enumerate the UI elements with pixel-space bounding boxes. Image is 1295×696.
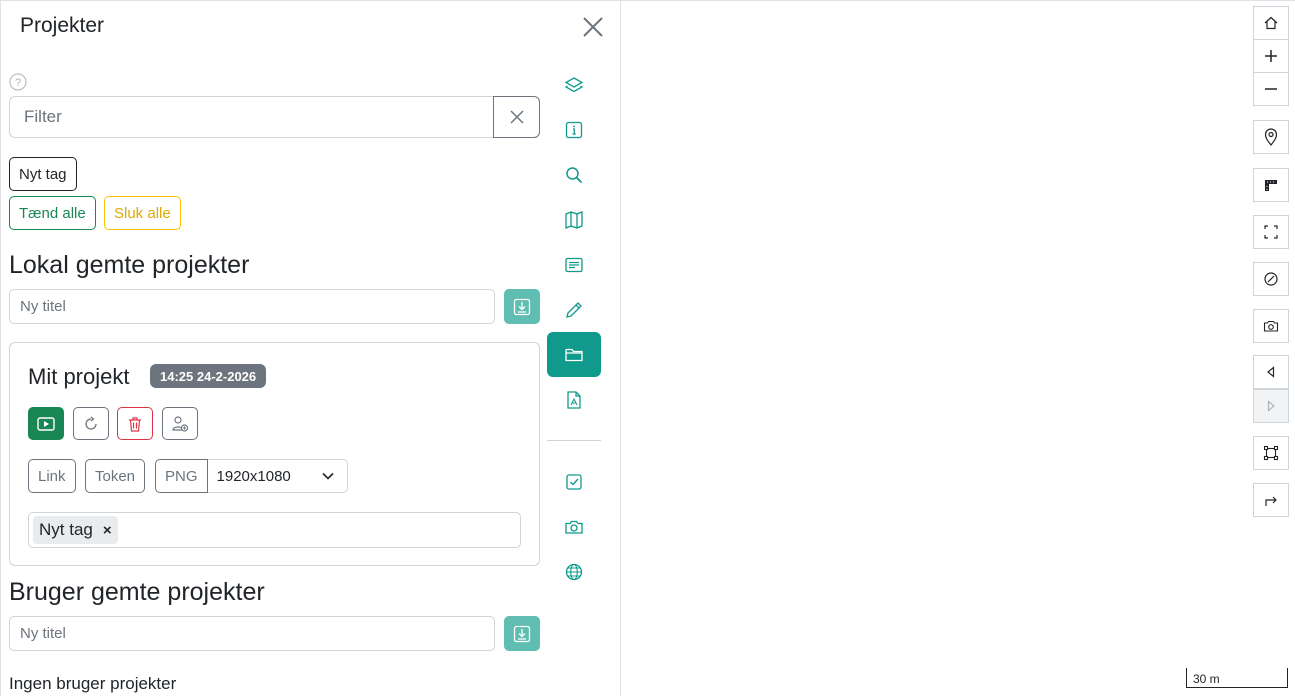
rail-checkbox-button[interactable]: [547, 459, 601, 504]
filter-group: [9, 96, 540, 138]
filter-input[interactable]: [9, 96, 493, 138]
panel-divider: [620, 0, 621, 696]
zoom-in-icon: [1265, 50, 1277, 62]
tag-input[interactable]: Nyt tag ×: [28, 512, 521, 548]
screenshot-icon: [1263, 320, 1279, 332]
map-redirect-button[interactable]: [1253, 483, 1289, 517]
map-scale-bar: 30 m: [1186, 668, 1288, 688]
map-home-button[interactable]: [1253, 6, 1289, 40]
checkbox-icon: [566, 473, 582, 490]
rail-print-button[interactable]: [547, 377, 601, 422]
rail-layers-button[interactable]: [547, 62, 601, 107]
scale-label: 30 m: [1193, 672, 1220, 686]
save-icon: [513, 625, 531, 642]
location-icon: [1264, 128, 1278, 146]
update-project-button[interactable]: [73, 407, 109, 440]
pdf-icon: [567, 390, 581, 409]
turn-on-all-button[interactable]: Tænd alle: [9, 196, 96, 230]
trash-icon: [129, 416, 141, 432]
resolution-select[interactable]: 1920x1080: [207, 459, 348, 493]
rail-legend-button[interactable]: [547, 242, 601, 287]
turn-off-all-button[interactable]: Sluk alle: [104, 196, 181, 230]
camera-icon: [565, 520, 583, 534]
play-icon: [37, 416, 55, 431]
rail-draw-button[interactable]: [547, 287, 601, 332]
remove-tag-icon[interactable]: ×: [103, 522, 112, 539]
map-measure-button[interactable]: [1253, 168, 1289, 202]
search-icon: [566, 166, 583, 183]
rail-search-button[interactable]: [547, 152, 601, 197]
map-clear-button[interactable]: [1253, 262, 1289, 296]
png-export-group: PNG 1920x1080: [155, 459, 348, 493]
map-back-button[interactable]: [1253, 355, 1289, 389]
extent-icon: [1263, 445, 1279, 461]
link-button[interactable]: Link: [28, 459, 76, 493]
no-user-projects-text: Ingen bruger projekter: [9, 674, 177, 693]
left-border: [0, 0, 1, 696]
close-button[interactable]: [580, 14, 606, 40]
rail-map-button[interactable]: [547, 197, 601, 242]
tag-label: Nyt tag: [39, 520, 93, 539]
panel-title: Projekter: [20, 14, 105, 37]
token-button[interactable]: Token: [85, 459, 146, 493]
new-tag-button[interactable]: Nyt tag: [9, 157, 77, 191]
rail-info-button[interactable]: [547, 107, 601, 152]
filter-clear-button[interactable]: [493, 96, 540, 138]
close-icon: [509, 110, 524, 124]
local-save-button[interactable]: [504, 289, 540, 324]
draw-icon: [566, 301, 582, 318]
user-title-input[interactable]: [9, 616, 495, 651]
top-border: [0, 0, 1295, 1]
map-extent-button[interactable]: [1253, 436, 1289, 470]
tag-chip: Nyt tag ×: [33, 516, 118, 544]
layers-icon: [564, 76, 584, 92]
globe-icon: [565, 563, 583, 580]
map-screenshot-button[interactable]: [1253, 309, 1289, 343]
chevron-down-icon: [321, 472, 334, 480]
reload-icon: [85, 415, 97, 430]
measure-icon: [1265, 180, 1277, 191]
home-icon: [1264, 16, 1278, 30]
map-forward-button[interactable]: [1253, 389, 1289, 423]
info-icon: [565, 121, 583, 138]
help-icon[interactable]: ?: [9, 73, 27, 91]
local-projects-heading: Lokal gemte projekter: [9, 251, 250, 279]
map-icon: [565, 210, 583, 229]
map-location-button[interactable]: [1253, 120, 1289, 154]
map-zoom-out-button[interactable]: [1253, 72, 1289, 106]
local-title-input[interactable]: [9, 289, 495, 324]
close-icon: [583, 17, 603, 37]
project-card: Mit projekt 14:25 24-2-2026 Link Token P…: [9, 342, 540, 566]
legend-icon: [565, 257, 583, 272]
png-button[interactable]: PNG: [155, 459, 208, 493]
share-project-button[interactable]: [162, 407, 198, 440]
map-fullscreen-button[interactable]: [1253, 215, 1289, 249]
delete-project-button[interactable]: [117, 407, 153, 440]
zoom-out-icon: [1265, 88, 1277, 90]
map-zoom-in-button[interactable]: [1253, 39, 1289, 73]
rail-globe-button[interactable]: [547, 549, 601, 594]
svg-text:?: ?: [15, 77, 21, 89]
save-icon: [513, 298, 531, 315]
user-save-button[interactable]: [504, 616, 540, 651]
fullscreen-icon: [1264, 225, 1278, 239]
rail-projects-button[interactable]: [547, 332, 601, 377]
user-projects-heading: Bruger gemte projekter: [9, 578, 265, 606]
rail-separator: [547, 440, 601, 441]
forward-icon: [1267, 400, 1275, 412]
project-date-badge: 14:25 24-2-2026: [150, 364, 267, 388]
project-name: Mit projekt: [28, 364, 130, 389]
resolution-value: 1920x1080: [216, 467, 291, 485]
user-add-icon: [172, 415, 189, 432]
redirect-icon: [1265, 496, 1277, 506]
rail-camera-button[interactable]: [547, 504, 601, 549]
back-icon: [1267, 366, 1275, 378]
clear-icon: [1264, 272, 1278, 286]
load-project-button[interactable]: [28, 407, 64, 440]
folder-icon: [565, 348, 583, 361]
